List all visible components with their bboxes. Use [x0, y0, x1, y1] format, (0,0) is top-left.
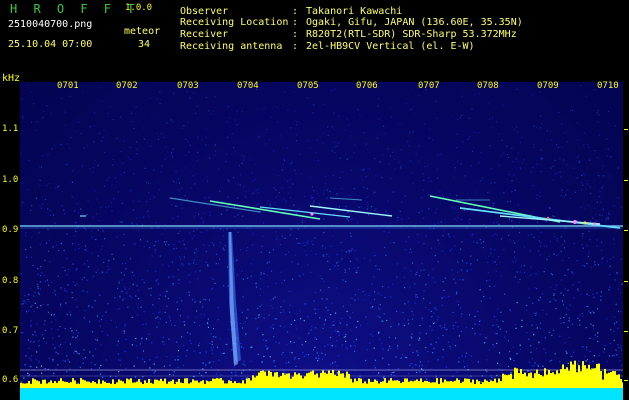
y-tick-label: 1.1 [2, 124, 19, 134]
meteor-trace [169, 197, 261, 213]
meteor-count: 34 [138, 39, 151, 50]
info-separator: : [292, 29, 299, 40]
noise-speckle [20, 84, 623, 390]
x-tick-label: 0703 [177, 81, 199, 91]
x-tick-label: 0710 [597, 81, 619, 91]
meteor-traces [80, 195, 621, 229]
y-axis-unit: kHz [2, 73, 21, 84]
x-tick-label: 0707 [418, 81, 440, 91]
noise-floor [20, 360, 623, 388]
right-tick [624, 281, 628, 282]
meteor-head [573, 220, 577, 224]
x-tick-label: 0705 [297, 81, 319, 91]
x-tick-label: 0706 [356, 81, 378, 91]
meteor-head [310, 212, 314, 216]
right-tick [624, 380, 628, 381]
y-tick-label: 0.9 [2, 225, 19, 235]
meteor-burst [228, 232, 241, 366]
info-separator: : [292, 41, 299, 52]
info-value: 2el-HB9CV Vertical (el. E-W) [306, 41, 475, 52]
meteor-head [546, 216, 550, 220]
right-tick [624, 180, 628, 181]
info-location: Receiving Location: Ogaki, Gifu, JAPAN (… [180, 18, 523, 28]
meteor-head [593, 222, 597, 226]
right-tick [624, 331, 628, 332]
app-version: 1.0.0 [125, 3, 153, 13]
info-separator: : [292, 17, 299, 28]
info-observer: Observer: Takanori Kawachi [180, 7, 402, 17]
y-tick-label: 0.8 [2, 276, 19, 286]
info-label: Receiver [180, 29, 229, 40]
meteor-head [583, 221, 587, 225]
right-tick [624, 230, 628, 231]
y-tick-label: 1.0 [2, 175, 19, 185]
info-value: Ogaki, Gifu, JAPAN (136.60E, 35.35N) [306, 17, 523, 28]
spectrogram-plot [20, 82, 623, 400]
floor-band [20, 388, 623, 400]
info-label: Receiving antenna [180, 41, 283, 52]
info-receiver: Receiver: R820T2(RTL-SDR) SDR-Sharp 53.3… [180, 30, 517, 40]
x-tick-label: 0704 [237, 81, 259, 91]
x-tick-label: 0702 [116, 81, 138, 91]
info-separator: : [292, 6, 299, 17]
app-title: H R O F F T [10, 2, 139, 16]
info-value: Takanori Kawachi [306, 6, 403, 17]
spectrogram-canvas [20, 84, 623, 400]
info-label: Observer [180, 6, 229, 17]
x-tick-label: 0708 [477, 81, 499, 91]
meteor-label: meteor [124, 26, 161, 37]
file-name: 2510040700.png [8, 19, 93, 30]
x-tick-label: 0701 [57, 81, 79, 91]
right-tick [624, 129, 628, 130]
info-antenna: Receiving antenna: 2el-HB9CV Vertical (e… [180, 42, 475, 52]
date-time: 25.10.04 07:00 [8, 39, 93, 50]
info-label: Receiving Location [180, 17, 289, 28]
y-tick-label: 0.7 [2, 326, 19, 336]
info-value: R820T2(RTL-SDR) SDR-Sharp 53.372MHz [306, 29, 517, 40]
x-tick-label: 0709 [537, 81, 559, 91]
y-tick-label: 0.6 [2, 375, 19, 385]
